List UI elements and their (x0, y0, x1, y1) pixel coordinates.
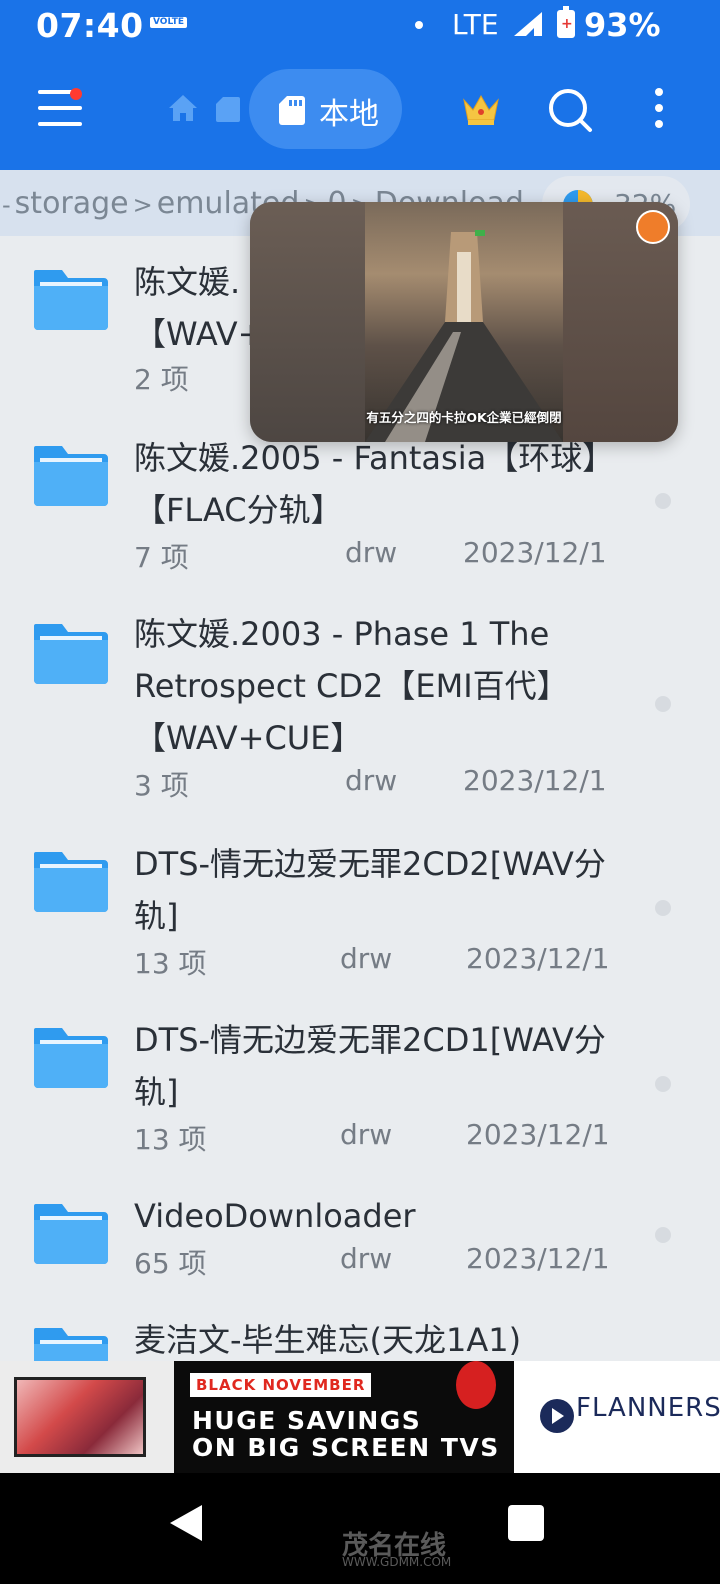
item-date: 2023/12/1 (463, 764, 607, 797)
balloon-icon (456, 1361, 496, 1409)
folder-name: DTS-情无边爱无罪2CD2[WAV分轨] (134, 845, 606, 935)
item-owner: drw (340, 1118, 393, 1151)
ad-brand: FLANNERS (514, 1361, 720, 1473)
list-item[interactable]: DTS-情无边爱无罪2CD1[WAV分轨] 13 项 drw 2023/12/1 (0, 998, 720, 1174)
item-date: 2023/12/1 (466, 1118, 610, 1151)
app-bar: 本地 (0, 52, 720, 170)
select-dot[interactable] (655, 696, 671, 712)
list-item[interactable]: 陈文媛.2003 - Phase 1 The Retrospect CD2【EM… (0, 592, 720, 822)
select-dot[interactable] (655, 900, 671, 916)
folder-icon (34, 1028, 108, 1088)
item-count: 7 项 (134, 541, 189, 574)
folder-name: 麦洁文-毕生难忘(天龙1A1) (134, 1321, 522, 1359)
crown-icon[interactable] (462, 94, 500, 126)
list-item[interactable]: VideoDownloader 65 项 drw 2023/12/1 (0, 1174, 720, 1298)
play-logo-icon (540, 1399, 574, 1433)
folder-icon (34, 270, 108, 330)
folder-name: VideoDownloader (134, 1197, 416, 1235)
item-date: 2023/12/1 (463, 536, 607, 569)
folder-icon (34, 1328, 108, 1361)
item-owner: drw (345, 764, 398, 797)
watermark: 茂名在线 WWW.GDMM.COM (342, 1531, 452, 1569)
list-item[interactable]: 麦洁文-毕生难忘(天龙1A1) (0, 1298, 720, 1361)
more-vert-icon[interactable] (652, 88, 666, 128)
ad-brand-name: FLANNERS (576, 1393, 720, 1423)
back-icon[interactable] (168, 1503, 204, 1543)
folder-name: DTS-情无边爱无罪2CD1[WAV分轨] (134, 1021, 606, 1111)
status-time: 07:40 (36, 6, 144, 45)
menu-badge-dot (70, 88, 82, 100)
volte-badge: VOLTE (150, 17, 187, 28)
folder-icon (34, 624, 108, 684)
ad-message: BLACK NOVEMBER HUGE SAVINGS ON BIG SCREE… (174, 1361, 514, 1473)
floating-video-player[interactable]: 有五分之四的卡拉OK企業已經倒閉 (250, 202, 678, 442)
network-type: LTE (452, 8, 499, 41)
ad-headline: HUGE SAVINGS ON BIG SCREEN TVS (192, 1406, 500, 1462)
navigation-bar: 茂名在线 WWW.GDMM.COM (0, 1473, 720, 1584)
folder-icon (34, 446, 108, 506)
item-date: 2023/12/1 (466, 1242, 610, 1275)
signal-icon (514, 12, 542, 36)
item-count: 65 项 (134, 1247, 207, 1280)
item-date: 2023/12/1 (466, 942, 610, 975)
video-app-logo-icon[interactable] (636, 210, 670, 244)
folder-icon (34, 852, 108, 912)
select-dot[interactable] (655, 1076, 671, 1092)
video-subtitle: 有五分之四的卡拉OK企業已經倒閉 (366, 410, 562, 425)
overview-icon[interactable] (508, 1505, 544, 1541)
item-owner: drw (340, 1242, 393, 1275)
battery-percent: 93% (584, 6, 661, 44)
tab-local-label: 本地 (319, 97, 379, 132)
sd-card-icon[interactable] (216, 96, 240, 122)
folder-name: 陈文媛.2003 - Phase 1 The Retrospect CD2【EM… (134, 615, 569, 757)
sd-card-icon (279, 96, 305, 125)
breadcrumb-storage[interactable]: storage (15, 186, 129, 221)
item-owner: drw (345, 536, 398, 569)
hallway-image (365, 230, 563, 442)
ad-tag: BLACK NOVEMBER (190, 1373, 372, 1397)
folder-name: 陈文媛.2005 - Fantasia【环球】【FLAC分轨】 (134, 439, 599, 529)
select-dot[interactable] (655, 493, 671, 509)
item-count: 13 项 (134, 947, 207, 980)
list-item[interactable]: DTS-情无边爱无罪2CD2[WAV分轨] 13 项 drw 2023/12/1 (0, 822, 720, 998)
video-frame (365, 202, 563, 442)
item-count: 13 项 (134, 1123, 207, 1156)
select-dot[interactable] (655, 1227, 671, 1243)
tab-local[interactable]: 本地 (249, 69, 402, 149)
status-bar: 07:40 VOLTE LTE + 93% (0, 0, 720, 52)
ad-tv-image (0, 1361, 174, 1473)
home-icon[interactable] (168, 94, 198, 122)
ad-banner[interactable]: BLACK NOVEMBER HUGE SAVINGS ON BIG SCREE… (0, 1361, 720, 1473)
list-item[interactable]: 陈文媛.2005 - Fantasia【环球】【FLAC分轨】 7 项 drw … (0, 416, 720, 592)
item-count: 2 项 (134, 363, 189, 396)
item-owner: drw (340, 942, 393, 975)
battery-icon: + (557, 6, 575, 38)
notification-dot-icon (415, 21, 423, 29)
item-count: 3 项 (134, 769, 189, 802)
folder-icon (34, 1204, 108, 1264)
search-icon[interactable] (546, 86, 594, 134)
